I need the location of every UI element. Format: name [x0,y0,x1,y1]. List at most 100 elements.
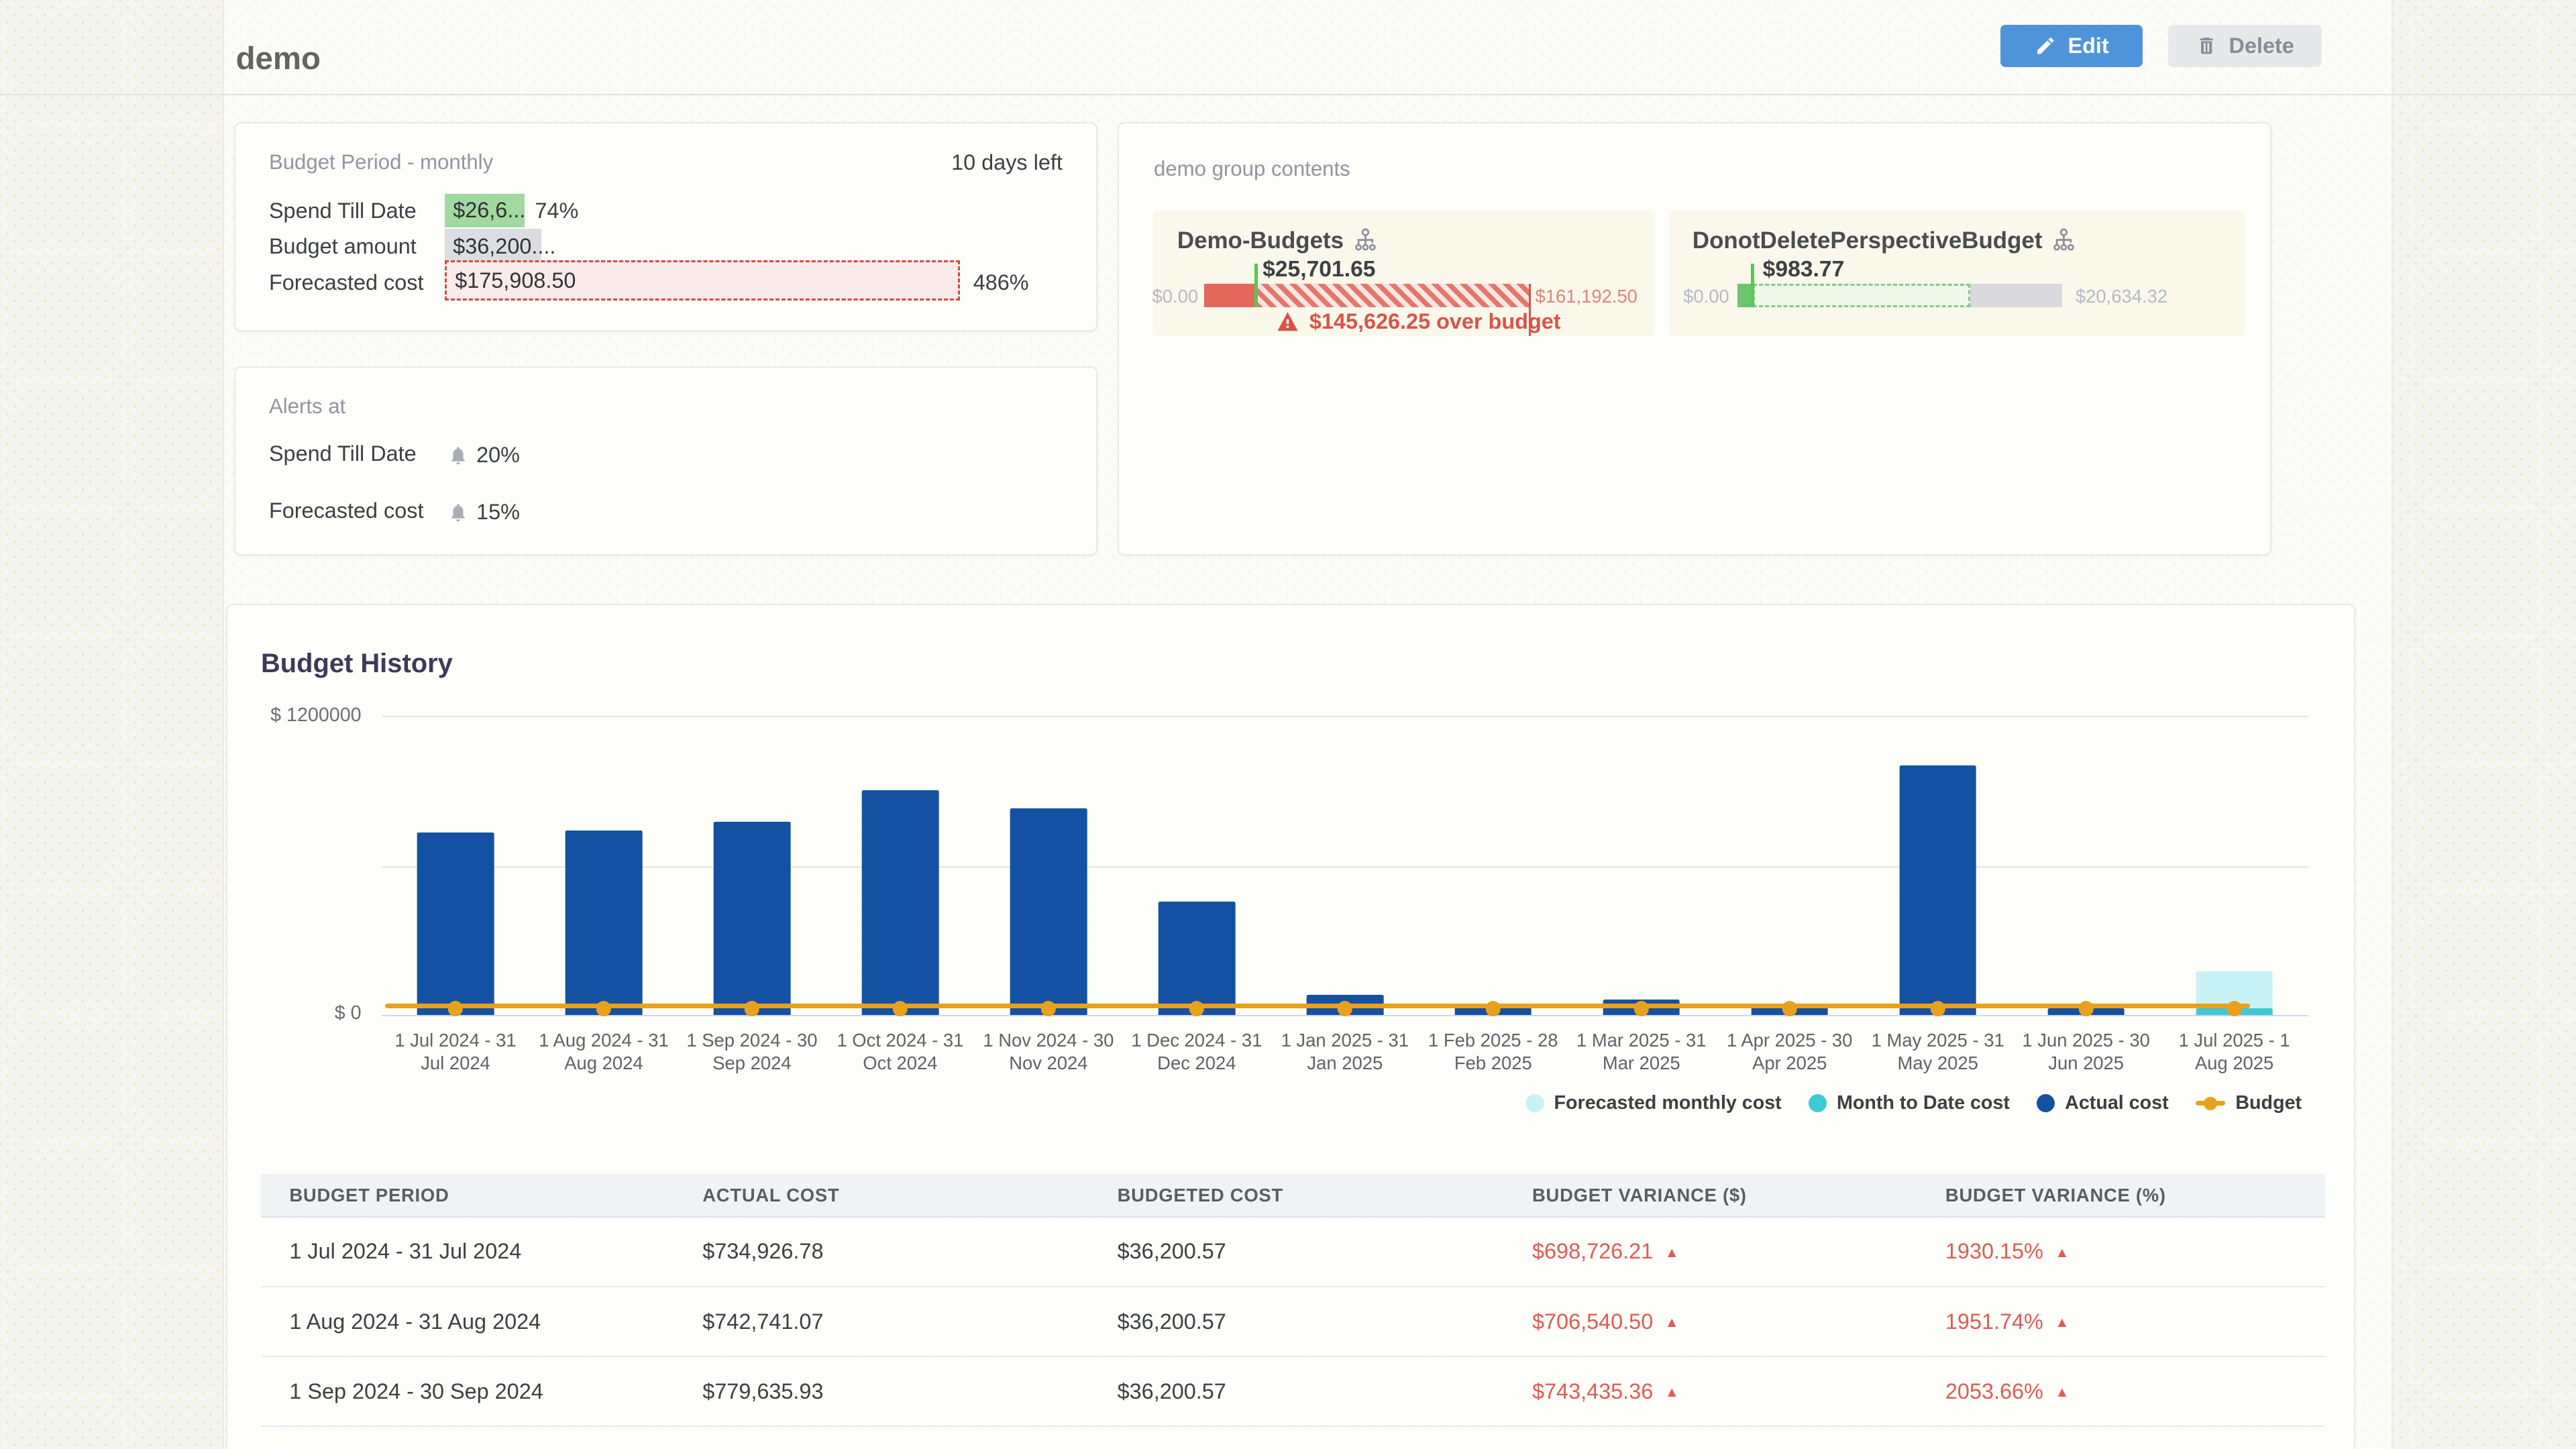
legend-item-budget[interactable]: Budget [2196,1092,2302,1114]
legend-swatch [1809,1094,1827,1112]
spend-till-date-chip: $26,6... [445,194,525,227]
chart-category-0 [382,717,530,1015]
variance-up-icon: ▲ [2055,1245,2069,1260]
edit-button-label: Edit [2068,34,2109,58]
bell-icon [448,445,468,468]
budget-history-table: BUDGET PERIODACTUAL COSTBUDGETED COSTBUD… [261,1174,2325,1427]
alerts-card: Alerts at Spend Till Date 20% Forecasted… [234,366,1097,555]
table-row: 1 Jul 2024 - 31 Jul 2024 $734,926.78$36,2… [261,1218,2325,1287]
table-cell: $36,200.57 [1118,1379,1532,1404]
pencil-icon [2035,35,2056,56]
actual-cost-bar[interactable] [1159,902,1236,1015]
delete-button-label: Delete [2229,34,2294,58]
budget-link-demo-budgets[interactable]: Demo-Budgets [1177,227,1377,254]
budget-marker-value: $983.77 [1763,257,1845,282]
spend-till-date-pct: 74% [535,199,578,223]
overbudget-alert-text: $145,626.25 over budget [1309,309,1561,334]
legend-label: Forecasted monthly cost [1554,1092,1782,1114]
legend-item-forecasted-monthly-cost[interactable]: Forecasted monthly cost [1525,1092,1782,1114]
variance-up-icon: ▲ [2055,1385,2069,1400]
alerts-card-title: Alerts at [269,394,345,419]
group-contents-card: demo group contents Demo-Budgets $25,701… [1118,122,2272,555]
bar-max-label: $20,634.32 [2076,286,2167,307]
budget-usage-bar [1204,284,1529,307]
bar-spend-segment [1204,284,1256,307]
hierarchy-icon [1354,228,1377,253]
cell-value: $743,435.36 [1532,1379,1653,1403]
cell-value: $36,200.57 [1118,1379,1226,1403]
table-cell: $743,435.36▲ [1532,1379,1945,1404]
budget-link-donotdelete[interactable]: DonotDeletePerspectiveBudget [1693,227,2076,254]
variance-up-icon: ▲ [2055,1315,2069,1330]
chart-plot [382,716,2309,1016]
actual-cost-bar[interactable] [862,790,939,1015]
screen: demo Edit Delete Budget Period - monthly… [0,0,2576,1449]
bell-icon [448,502,468,525]
bar-max-label: $161,192.50 [1536,286,1638,307]
cell-value: $706,540.50 [1532,1309,1653,1334]
budget-tile-donotdelete: DonotDeletePerspectiveBudget $983.77 $0.… [1669,211,2245,336]
table-cell: $779,635.93 [702,1379,1117,1404]
legend-item-month-to-date-cost[interactable]: Month to Date cost [1809,1092,2010,1114]
alert-forecast-label: Forecasted cost [269,498,424,523]
x-axis-label: 1 Apr 2025 - 30 Apr 2025 [1715,1029,1864,1076]
actual-cost-bar[interactable] [566,830,643,1015]
table-cell: $734,926.78 [702,1239,1117,1264]
y-axis-zero-label: $ 0 [177,1002,361,1024]
chart-category-2 [678,717,826,1015]
x-axis-label: 1 Dec 2024 - 31 Dec 2024 [1122,1029,1271,1076]
budget-marker-tick [1751,264,1754,307]
table-cell: 1 Sep 2024 - 30 Sep 2024 [261,1379,702,1404]
chart-category-10 [1864,717,2012,1015]
budget-amount-label: Budget amount [269,234,417,259]
x-axis-label: 1 Jul 2024 - 31 Jul 2024 [382,1029,530,1076]
chart-category-1 [529,717,678,1015]
table-header-cell: BUDGET VARIANCE (%) [1945,1185,2325,1206]
delete-button[interactable]: Delete [2168,25,2322,66]
actual-cost-bar[interactable] [1899,765,1976,1015]
cell-value: $36,200.57 [1118,1239,1226,1263]
bar-overbudget-segment [1256,284,1528,307]
group-contents-title: demo group contents [1154,157,1350,181]
x-axis-label: 1 Nov 2024 - 30 Nov 2024 [974,1029,1122,1076]
actual-cost-bar[interactable] [1010,808,1087,1015]
hierarchy-icon [2052,228,2076,253]
spend-till-date-label: Spend Till Date [269,199,417,223]
table-header-cell: ACTUAL COST [702,1185,1117,1206]
chart-category-3 [826,717,974,1015]
edit-button[interactable]: Edit [2000,25,2143,66]
budget-history-title: Budget History [261,649,453,679]
chart-category-12 [2160,717,2308,1015]
budget-period-card: Budget Period - monthly 10 days left Spe… [234,122,1097,331]
budget-usage-bar [1737,284,2062,307]
bar-min-label: $0.00 [1679,286,1729,307]
table-cell: $742,741.07 [702,1309,1117,1334]
actual-cost-bar[interactable] [417,833,494,1015]
chart-category-4 [974,717,1122,1015]
table-header-cell: BUDGETED COST [1118,1185,1532,1206]
variance-up-icon: ▲ [1665,1315,1679,1330]
table-cell: $36,200.57 [1118,1239,1532,1264]
cell-value: $36,200.57 [1118,1309,1226,1334]
table-cell: 1930.15%▲ [1945,1239,2325,1264]
table-cell: 1951.74%▲ [1945,1309,2325,1334]
overbudget-alert: $145,626.25 over budget [1276,309,1561,334]
x-axis-label: 1 Jun 2025 - 30 Jun 2025 [2012,1029,2160,1076]
table-body: 1 Jul 2024 - 31 Jul 2024$734,926.78$36,2… [261,1218,2325,1428]
actual-cost-bar[interactable] [714,822,791,1015]
budget-name: DonotDeletePerspectiveBudget [1693,227,2043,254]
table-row: 1 Sep 2024 - 30 Sep 2024$779,635.93$36,2… [261,1357,2325,1427]
cell-value: $742,741.07 [702,1309,823,1334]
budget-tile-demo-budgets: Demo-Budgets $25,701.65 $0.00 $161,192.5 [1152,211,1654,336]
chart-category-7 [1419,717,1567,1015]
table-cell: $706,540.50 ▲ [1532,1309,1945,1334]
budget-period-card-title: Budget Period - monthly [269,150,493,174]
table-header-row: BUDGET PERIODACTUAL COSTBUDGETED COSTBUD… [261,1174,2325,1217]
cell-value: $698,726.21 [1532,1239,1653,1263]
legend-swatch [2037,1094,2055,1112]
variance-up-icon: ▲ [1665,1245,1679,1260]
legend-item-actual-cost[interactable]: Actual cost [2037,1092,2169,1114]
cell-value: 1 Jul 2024 - 31 Jul 2024 [289,1239,521,1263]
header-divider [0,94,2576,95]
alert-spend-value: 20% [476,443,520,468]
